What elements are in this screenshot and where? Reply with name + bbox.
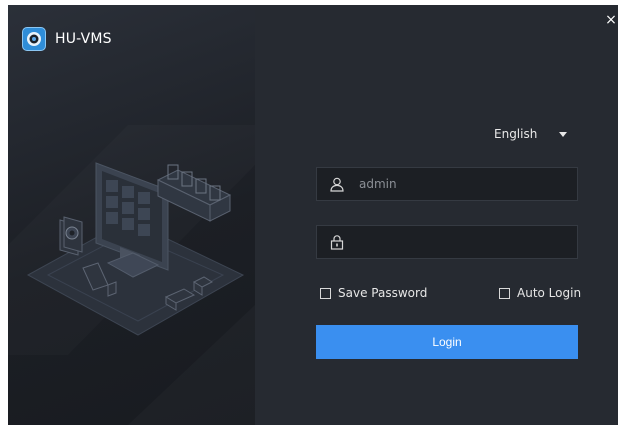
chevron-down-icon (559, 131, 568, 137)
auto-login-checkbox[interactable] (499, 287, 510, 299)
close-icon[interactable]: × (604, 13, 618, 27)
language-select[interactable]: English (494, 127, 568, 141)
save-password-option[interactable]: Save Password (320, 286, 427, 300)
user-icon (329, 176, 345, 192)
app-title: HU-VMS (55, 31, 112, 47)
lock-icon (329, 234, 345, 250)
language-label: English (494, 127, 538, 141)
vms-illustration (26, 162, 245, 336)
login-button[interactable]: Login (316, 325, 578, 359)
auto-login-option[interactable]: Auto Login (499, 286, 581, 300)
save-password-checkbox[interactable] (320, 287, 331, 299)
brand: HU-VMS (22, 27, 112, 51)
brand-panel: HU-VMS (8, 5, 255, 425)
auto-login-label: Auto Login (517, 286, 582, 300)
camera-logo-icon (22, 27, 46, 51)
save-password-label: Save Password (338, 286, 428, 300)
password-input[interactable] (359, 235, 559, 249)
login-window: HU-VMS × English admin Save Password Aut… (8, 5, 618, 425)
username-input[interactable] (359, 177, 559, 191)
password-field[interactable] (316, 225, 578, 259)
username-field[interactable] (316, 167, 578, 201)
